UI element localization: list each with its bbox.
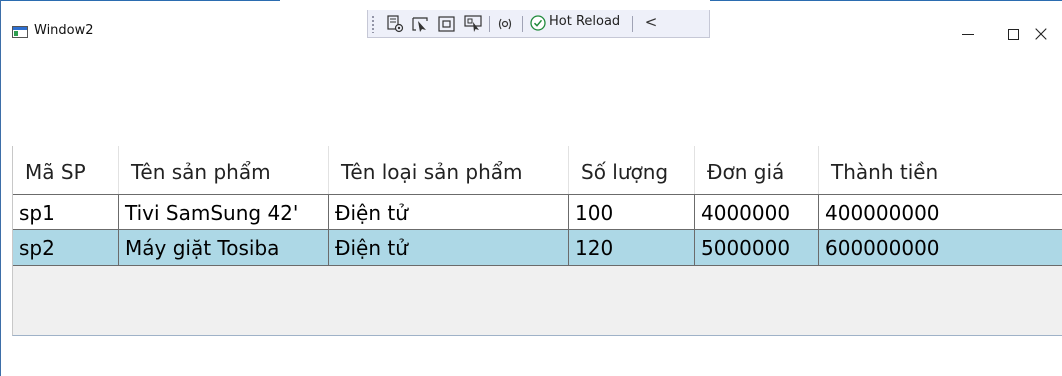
column-header-ten-san-pham[interactable]: Tên sản phẩm xyxy=(119,146,329,194)
table-cell[interactable]: Điện tử xyxy=(329,194,569,230)
table-cell[interactable]: Máy giặt Tosiba xyxy=(119,230,329,266)
binding-failures-icon[interactable] xyxy=(494,13,516,35)
table-cell[interactable]: 600000000 xyxy=(819,230,1062,266)
toolbar-separator xyxy=(632,16,633,32)
table-cell[interactable]: sp2 xyxy=(13,230,119,266)
column-header-thanh-tien[interactable]: Thành tiền xyxy=(819,146,1062,194)
hot-reload-button[interactable]: Hot Reload xyxy=(549,14,620,29)
table-cell[interactable]: 4000000 xyxy=(695,194,819,230)
collapse-toolbar-button[interactable]: < xyxy=(644,13,658,31)
products-datagrid[interactable]: Mã SP Tên sản phẩm Tên loại sản phẩm Số … xyxy=(12,146,1062,336)
table-cell[interactable]: sp1 xyxy=(13,194,119,230)
xaml-debug-toolbar: Hot Reload < xyxy=(367,10,710,38)
table-cell[interactable]: 400000000 xyxy=(819,194,1062,230)
minimize-icon xyxy=(962,33,974,35)
datagrid-header: Mã SP Tên sản phẩm Tên loại sản phẩm Số … xyxy=(13,146,1062,194)
select-element-icon[interactable] xyxy=(410,13,432,35)
display-layout-adorners-icon[interactable] xyxy=(436,13,458,35)
table-cell[interactable]: 100 xyxy=(569,194,695,230)
maximize-icon xyxy=(1007,28,1019,40)
table-cell[interactable]: Tivi SamSung 42' xyxy=(119,194,329,230)
table-cell[interactable]: 120 xyxy=(569,230,695,266)
window-title: Window2 xyxy=(34,23,94,38)
column-header-don-gia[interactable]: Đơn giá xyxy=(695,146,819,194)
toolbar-separator xyxy=(489,16,490,32)
column-header-ten-loai-san-pham[interactable]: Tên loại sản phẩm xyxy=(329,146,569,194)
table-cell[interactable]: Điện tử xyxy=(329,230,569,266)
hot-reload-check-icon xyxy=(530,15,546,31)
minimize-button[interactable] xyxy=(945,14,991,54)
table-cell[interactable]: 5000000 xyxy=(695,230,819,266)
table-row-selected[interactable]: sp2 Máy giặt Tosiba Điện tử 120 5000000 … xyxy=(13,230,1062,266)
toolbar-separator xyxy=(522,16,523,32)
column-header-so-luong[interactable]: Số lượng xyxy=(569,146,695,194)
column-header-ma-sp[interactable]: Mã SP xyxy=(13,146,119,194)
live-visual-tree-icon[interactable] xyxy=(384,13,406,35)
toolbar-grip[interactable] xyxy=(371,15,375,33)
close-icon: × xyxy=(1031,21,1051,47)
close-button[interactable]: × xyxy=(1018,14,1062,54)
track-focused-element-icon[interactable] xyxy=(462,13,484,35)
table-row[interactable]: sp1 Tivi SamSung 42' Điện tử 100 4000000… xyxy=(13,194,1062,230)
window-app-icon[interactable] xyxy=(12,26,28,38)
